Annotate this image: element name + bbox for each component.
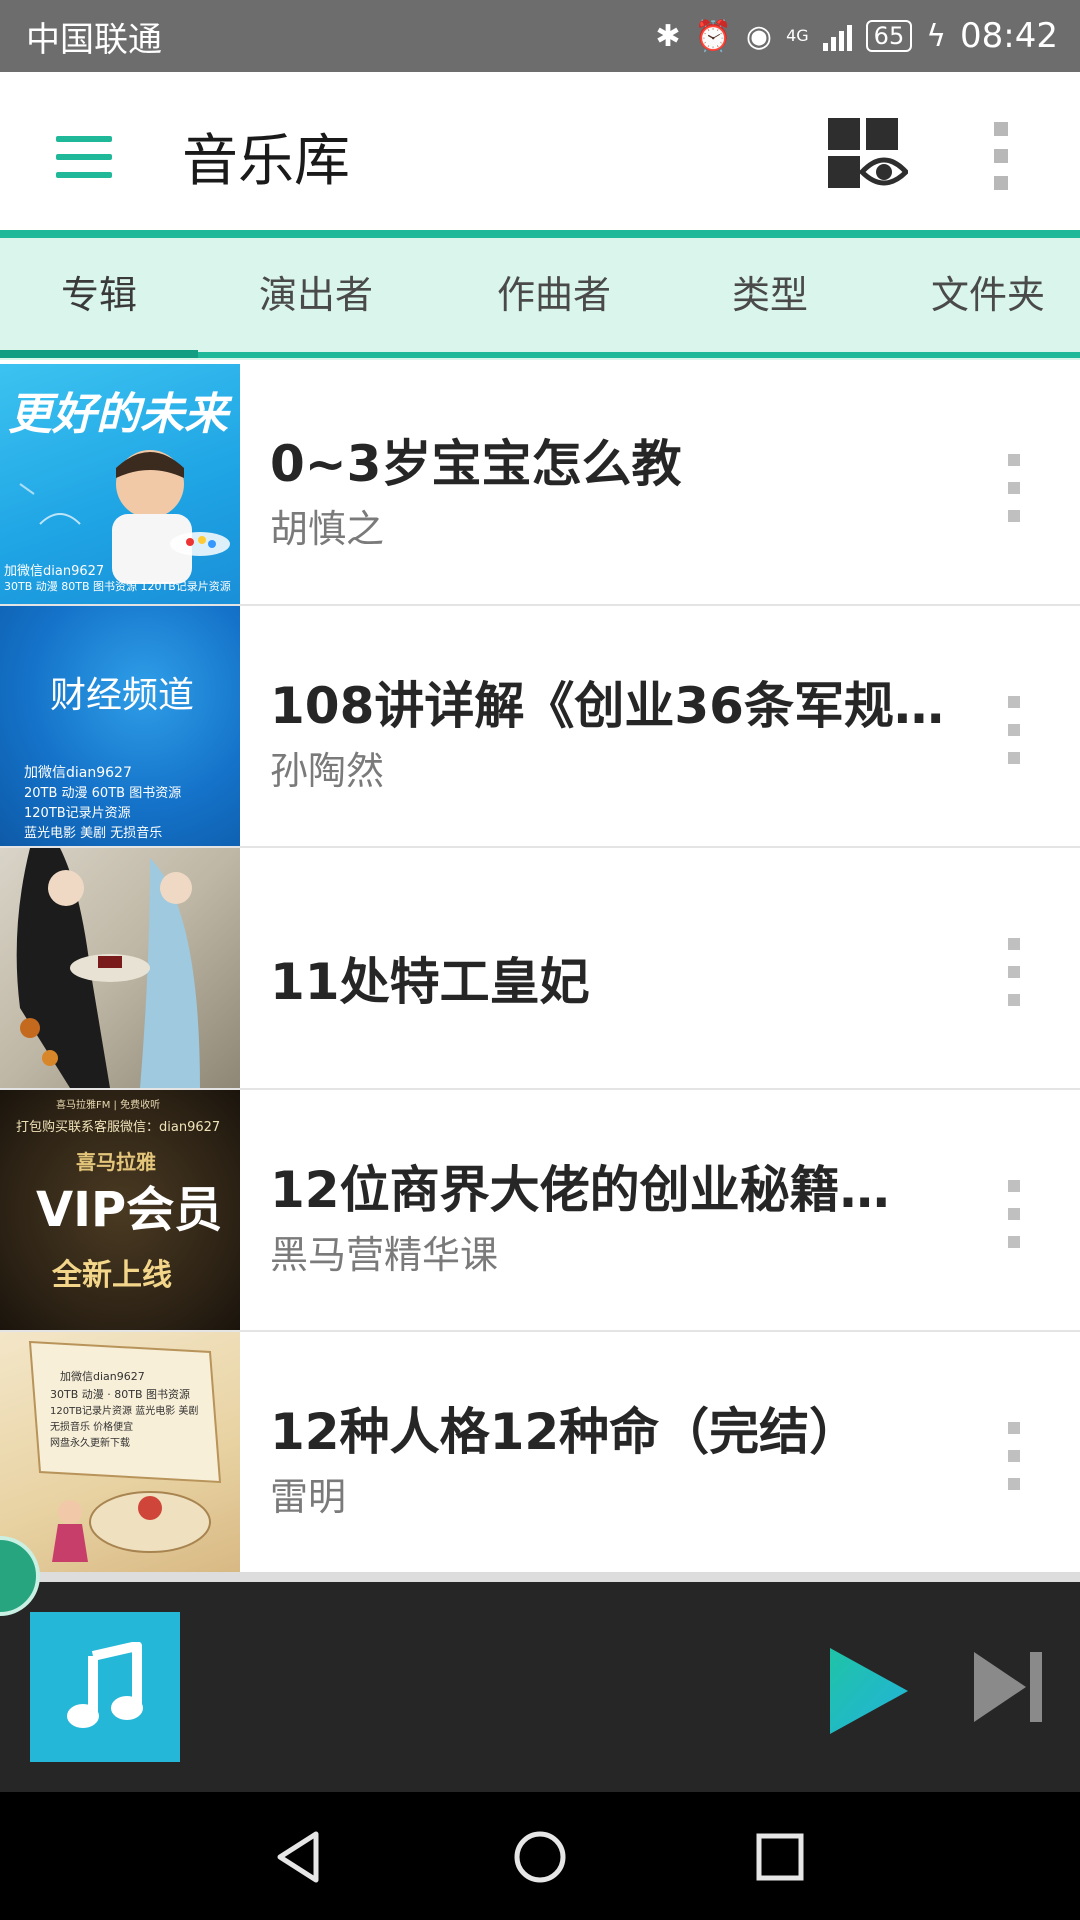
cover-text: 加微信dian9627 [60, 1370, 145, 1383]
cover-text: 加微信dian9627 [4, 564, 105, 579]
cover-text: 打包购买联系客服微信：dian9627 [16, 1120, 221, 1135]
more-vert-icon[interactable] [1000, 1422, 1030, 1492]
screen: 中国联通 ✱ ⏰ ◉ 4G 65 ϟ 08:42 音乐库 专辑 演出者 作曲者 … [0, 0, 1080, 1920]
grid-eye-icon[interactable] [826, 118, 910, 190]
signal-icon [822, 21, 852, 51]
album-cover: 财经频道 加微信dian9627 20TB 动漫 60TB 图书资源 120TB… [0, 606, 240, 846]
back-icon[interactable] [264, 1822, 334, 1892]
bluetooth-icon: ✱ [655, 18, 681, 54]
list-item[interactable]: 财经频道 加微信dian9627 20TB 动漫 60TB 图书资源 120TB… [0, 606, 1080, 848]
album-title: 11处特工皇妃 [270, 953, 590, 1011]
cover-title: 更好的未来 [8, 389, 228, 440]
album-title: 12种人格12种命（完结） [270, 1403, 860, 1461]
cover-text: 30TB 动漫 80TB 图书资源 120TB记录片资源 [4, 580, 231, 593]
carrier-label: 中国联通 [26, 19, 162, 60]
list-item[interactable]: 加微信dian9627 30TB 动漫 · 80TB 图书资源 120TB记录片… [0, 1332, 1080, 1574]
cover-text: 120TB记录片资源 蓝光电影 美剧 [50, 1406, 199, 1417]
music-note-icon[interactable] [30, 1612, 180, 1762]
album-artist: 孙陶然 [270, 749, 385, 793]
cover-text: 30TB 动漫 · 80TB 图书资源 [50, 1388, 191, 1401]
play-icon[interactable] [826, 1646, 910, 1736]
album-title: 0~3岁宝宝怎么教 [270, 435, 682, 493]
album-artist: 胡慎之 [270, 507, 385, 551]
album-title: 12位商界大佬的创业秘籍… [270, 1161, 890, 1219]
skip-next-icon[interactable] [972, 1650, 1044, 1724]
page-title: 音乐库 [182, 129, 350, 194]
recents-icon[interactable] [745, 1822, 815, 1892]
status-bar: 中国联通 ✱ ⏰ ◉ 4G 65 ϟ 08:42 [0, 0, 1080, 72]
tab-bar: 专辑 演出者 作曲者 类型 文件夹 [0, 238, 1080, 360]
cover-banner: 全新上线 [52, 1258, 172, 1293]
clock: 08:42 [960, 16, 1058, 56]
cover-big-text: VIP会员 [36, 1182, 223, 1238]
tab-genres[interactable]: 类型 [690, 238, 850, 352]
album-list: 更好的未来 加微信dian9627 30TB 动漫 80TB 图书资源 120T… [0, 364, 1080, 1574]
list-item[interactable]: 更好的未来 加微信dian9627 30TB 动漫 80TB 图书资源 120T… [0, 364, 1080, 606]
status-icons: ✱ ⏰ ◉ 4G 65 ϟ 08:42 [655, 16, 1058, 56]
tab-folders[interactable]: 文件夹 [896, 238, 1080, 352]
list-bottom-shadow [0, 1572, 1080, 1582]
battery-icon: 65 [865, 20, 913, 52]
album-artist: 雷明 [270, 1475, 347, 1519]
network-type: 4G [786, 26, 809, 45]
more-vert-icon[interactable] [984, 122, 1020, 192]
tab-albums[interactable]: 专辑 [0, 238, 198, 352]
album-cover: 加微信dian9627 30TB 动漫 · 80TB 图书资源 120TB记录片… [0, 1332, 240, 1572]
cover-text: 蓝光电影 美剧 无损音乐 [24, 826, 163, 841]
alarm-icon: ⏰ [694, 18, 732, 54]
more-vert-icon[interactable] [1000, 938, 1030, 1008]
tab-artists[interactable]: 演出者 [218, 238, 414, 352]
now-playing-bar[interactable] [0, 1582, 1080, 1792]
album-cover [0, 848, 240, 1088]
app-bar-divider [0, 230, 1080, 238]
list-item[interactable]: 11处特工皇妃 [0, 848, 1080, 1090]
cover-text: 120TB记录片资源 [24, 806, 131, 821]
more-vert-icon[interactable] [1000, 1180, 1030, 1250]
cover-text: 加微信dian9627 [24, 765, 132, 781]
home-icon[interactable] [505, 1822, 575, 1892]
album-artist: 黑马营精华课 [270, 1233, 499, 1277]
app-bar: 音乐库 [0, 72, 1080, 238]
list-item[interactable]: 喜马拉雅FM | 免费收听 打包购买联系客服微信：dian9627 喜马拉雅 V… [0, 1090, 1080, 1332]
system-nav-bar [0, 1792, 1080, 1920]
eye-comfort-icon: ◉ [745, 18, 773, 54]
cover-title: 财经频道 [50, 675, 195, 716]
charging-icon: ϟ [926, 18, 947, 54]
tab-composers[interactable]: 作曲者 [456, 238, 652, 352]
album-cover: 喜马拉雅FM | 免费收听 打包购买联系客服微信：dian9627 喜马拉雅 V… [0, 1090, 240, 1330]
cover-text: 20TB 动漫 60TB 图书资源 [24, 786, 182, 801]
more-vert-icon[interactable] [1000, 454, 1030, 524]
album-title: 108讲详解《创业36条军规… [270, 677, 944, 735]
tab-selected-indicator [0, 350, 198, 358]
more-vert-icon[interactable] [1000, 696, 1030, 766]
cover-text: 网盘永久更新下载 [50, 1438, 130, 1449]
cover-text: 无损音乐 价格便宜 [50, 1422, 134, 1433]
album-cover: 更好的未来 加微信dian9627 30TB 动漫 80TB 图书资源 120T… [0, 364, 240, 604]
cover-text: 喜马拉雅FM | 免费收听 [56, 1100, 161, 1111]
hamburger-icon[interactable] [56, 136, 114, 178]
